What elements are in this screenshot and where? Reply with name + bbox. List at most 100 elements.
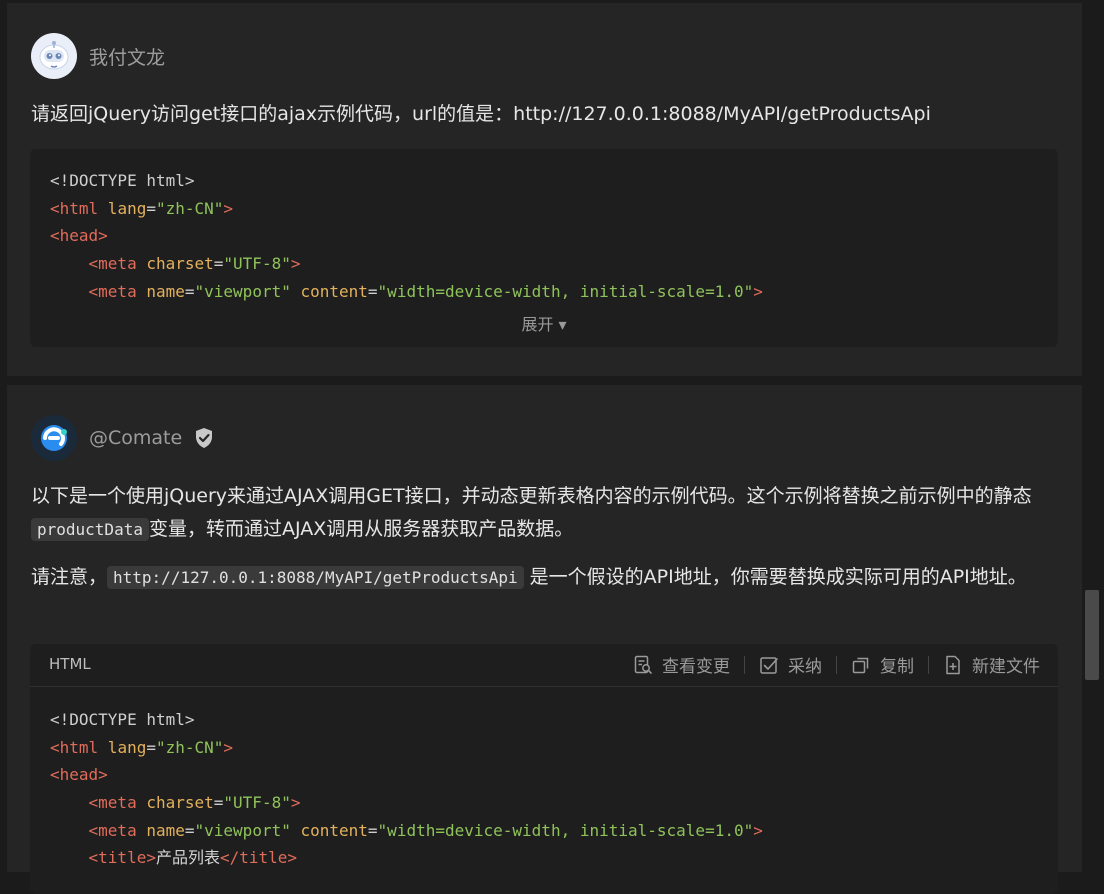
copy-label: 复制	[880, 657, 914, 677]
code-token: =	[184, 281, 195, 301]
user-message-header: 我付文龙	[31, 33, 165, 79]
code-line: <meta name="viewport" content="width=dev…	[50, 278, 763, 306]
code-token: "width=device-width, initial-scale=1.0"	[377, 281, 754, 301]
code-token: <meta	[88, 820, 137, 840]
checkbox-check-icon	[760, 656, 778, 674]
code-token: =	[367, 820, 378, 840]
comate-logo-icon	[31, 415, 77, 461]
paragraph-text: 以下是一个使用jQuery来通过AJAX调用GET接口，并动态更新表格内容的示例…	[31, 485, 1032, 507]
code-token: lang	[98, 198, 147, 218]
accept-label: 采纳	[788, 657, 822, 677]
code-token: <meta	[88, 281, 137, 301]
code-content: <!DOCTYPE html> <html lang="zh-CN"> <hea…	[50, 167, 763, 305]
code-token: >	[753, 820, 763, 840]
code-token: >	[223, 737, 234, 757]
code-block: HTML 查看变更 采纳 复制 新建文件 <!DOCTYPE html> <ht…	[30, 644, 1058, 894]
toolbar-divider	[836, 655, 837, 674]
code-token: "zh-CN"	[155, 198, 224, 218]
new-file-label: 新建文件	[972, 657, 1040, 677]
toolbar-divider	[744, 655, 745, 674]
code-content: <!DOCTYPE html> <html lang="zh-CN"> <hea…	[50, 706, 763, 872]
document-search-icon	[634, 655, 652, 674]
code-token: >	[223, 198, 234, 218]
view-changes-label: 查看变更	[662, 657, 730, 677]
code-token: <title>	[88, 848, 156, 868]
code-token: lang	[98, 737, 147, 757]
code-line: <meta charset="UTF-8">	[50, 789, 763, 817]
shield-check-icon	[194, 427, 214, 449]
copy-icon	[852, 657, 869, 673]
assistant-message: @Comate 以下是一个使用jQuery来通过AJAX调用GET接口，并动态更…	[7, 385, 1082, 894]
code-line: <html lang="zh-CN">	[50, 734, 763, 762]
assistant-avatar[interactable]	[31, 415, 77, 461]
code-line: <title>产品列表</title>	[50, 844, 763, 872]
new-file-button[interactable]: 新建文件	[943, 652, 1040, 677]
paragraph-text: 是一个假设的API地址，你需要替换成实际可用的API地址。	[523, 566, 1027, 588]
code-token: =	[213, 793, 224, 813]
code-token: <!DOCTYPE html>	[50, 171, 195, 190]
user-question: 请返回jQuery访问get接口的ajax示例代码，url的值是：http://…	[31, 103, 931, 125]
code-token: <!DOCTYPE html>	[50, 710, 195, 729]
code-token: content	[290, 281, 368, 301]
code-block-header: HTML 查看变更 采纳 复制 新建文件	[30, 644, 1058, 687]
code-token: "viewport"	[194, 820, 291, 840]
code-token: <meta	[88, 254, 137, 274]
code-line: <meta name="viewport" content="width=dev…	[50, 817, 763, 845]
code-token: =	[146, 737, 156, 757]
assistant-message-header: @Comate	[31, 415, 214, 461]
robot-avatar-icon	[39, 41, 69, 70]
inline-code: http://127.0.0.1:8088/MyAPI/getProductsA…	[107, 566, 524, 589]
paragraph-text: 变量，转而通过AJAX调用从服务器获取产品数据。	[148, 518, 574, 540]
collapsed-code-block: <!DOCTYPE html> <html lang="zh-CN"> <hea…	[30, 149, 1058, 347]
answer-paragraph-1: 以下是一个使用jQuery来通过AJAX调用GET接口，并动态更新表格内容的示例…	[31, 480, 1058, 546]
code-token: <head>	[50, 765, 108, 785]
code-token: "zh-CN"	[155, 737, 224, 757]
paragraph-text: 请注意，	[31, 566, 108, 588]
toolbar-divider	[928, 655, 929, 674]
code-token: charset	[136, 254, 214, 274]
code-line: <!DOCTYPE html>	[50, 706, 763, 734]
code-token: <html	[50, 737, 99, 757]
copy-button[interactable]: 复制	[851, 652, 914, 677]
view-changes-button[interactable]: 查看变更	[633, 652, 730, 677]
code-token: charset	[136, 793, 214, 813]
code-token: "width=device-width, initial-scale=1.0"	[377, 820, 754, 840]
code-token: <meta	[88, 793, 137, 813]
code-token: =	[184, 820, 195, 840]
inline-code: productData	[31, 518, 149, 541]
code-token: >	[753, 281, 763, 301]
file-plus-icon	[946, 655, 960, 674]
code-token: =	[213, 254, 224, 274]
code-line: <!DOCTYPE html>	[50, 167, 763, 195]
code-language-label: HTML	[49, 655, 91, 673]
code-token: name	[136, 820, 185, 840]
scrollbar-thumb[interactable]	[1085, 590, 1099, 680]
code-token: >	[290, 793, 301, 813]
code-line: <meta charset="UTF-8">	[50, 250, 763, 278]
username: @Comate	[89, 427, 183, 449]
code-line: <head>	[50, 222, 763, 250]
code-token: </title>	[219, 848, 298, 868]
code-token: <head>	[50, 226, 108, 246]
answer-paragraph-2: 请注意， http://127.0.0.1:8088/MyAPI/getProdu…	[31, 561, 1058, 594]
username: 我付文龙	[89, 46, 166, 69]
expand-button[interactable]: 展开 ▾	[30, 311, 1058, 335]
code-line: <head>	[50, 761, 763, 789]
code-token: "UTF-8"	[223, 254, 291, 274]
code-line: <html lang="zh-CN">	[50, 195, 763, 223]
scrollbar-track[interactable]	[1082, 0, 1104, 872]
code-token: name	[136, 281, 185, 301]
code-token: content	[290, 820, 368, 840]
code-toolbar: 查看变更 采纳 复制 新建文件	[633, 652, 1040, 677]
user-avatar[interactable]	[31, 33, 77, 79]
code-token: "UTF-8"	[223, 793, 291, 813]
accept-button[interactable]: 采纳	[759, 652, 822, 677]
code-token: >	[290, 254, 301, 274]
code-token: =	[146, 198, 156, 218]
code-token: <html	[50, 198, 99, 218]
